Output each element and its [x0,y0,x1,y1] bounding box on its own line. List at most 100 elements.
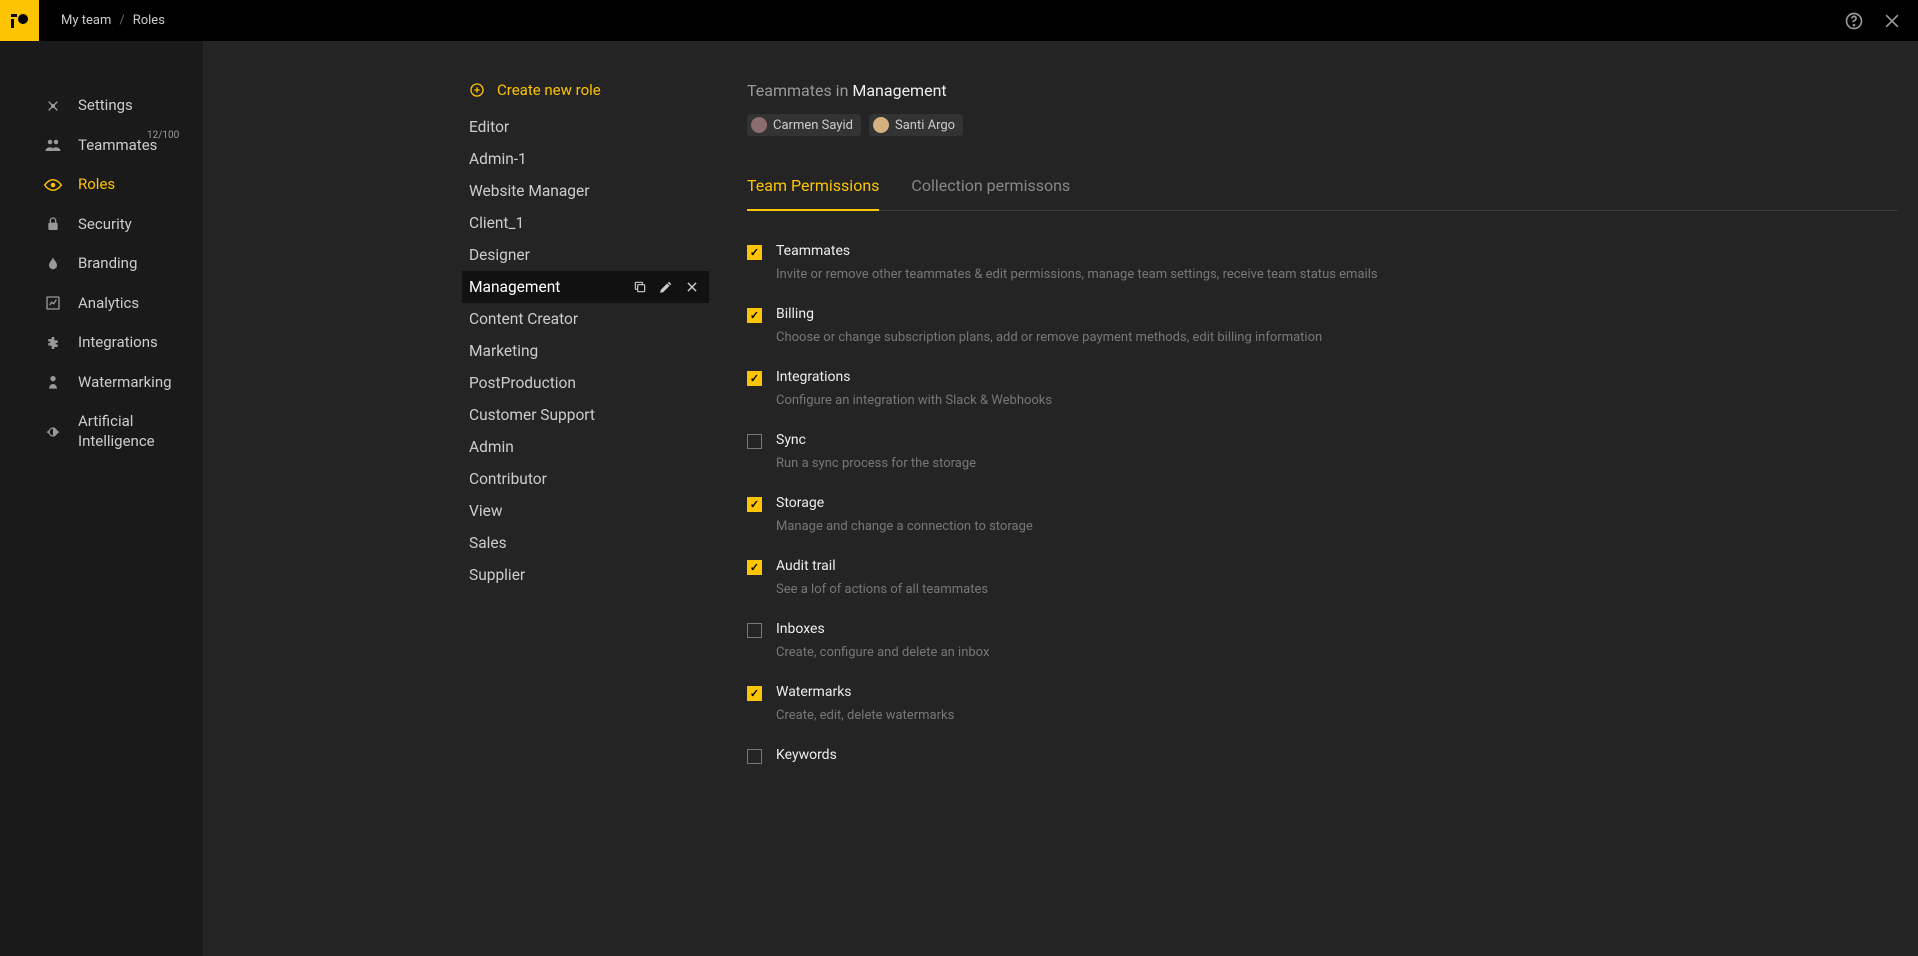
role-item-label: Sales [469,534,507,552]
teammates-header: Teammates in Management [747,81,1898,100]
sidebar-item-settings[interactable]: Settings [0,86,203,126]
sidebar-item-label: Branding [78,254,137,274]
role-item[interactable]: Content Creator [462,303,709,335]
close-icon[interactable] [1882,11,1902,31]
permission-description: Choose or change subscription plans, add… [776,330,1322,345]
role-item[interactable]: View [462,495,709,527]
breadcrumb-current: Roles [133,13,165,28]
role-item-label: Customer Support [469,406,595,424]
ai-icon [44,423,62,441]
help-icon[interactable] [1844,11,1864,31]
permission-checkbox[interactable] [747,686,762,701]
permission-checkbox[interactable] [747,749,762,764]
watermarking-icon [44,373,62,391]
teammate-name: Santi Argo [895,118,955,133]
sidebar-item-branding[interactable]: Branding [0,244,203,284]
role-item-label: Content Creator [469,310,578,328]
top-bar-right [1844,11,1902,31]
permission-checkbox[interactable] [747,308,762,323]
sidebar-item-analytics[interactable]: Analytics [0,284,203,324]
plus-icon [469,82,485,98]
role-item[interactable]: Marketing [462,335,709,367]
app-logo[interactable] [0,0,39,41]
sidebar-item-label: Watermarking [78,373,172,393]
permission-title: Storage [776,495,1033,511]
edit-icon[interactable] [659,280,673,294]
role-item[interactable]: Designer [462,239,709,271]
permission-item: Keywords [747,747,1898,764]
role-details-panel: Teammates in Management Carmen Sayid Sant… [719,41,1918,956]
permission-checkbox[interactable] [747,560,762,575]
branding-icon [44,255,62,273]
top-bar: My team / Roles [0,0,1918,41]
roles-list: Editor Admin-1 Website Manager Client_1 Desi… [203,111,719,591]
delete-icon[interactable] [685,280,699,294]
role-actions [633,280,699,294]
role-item[interactable]: Website Manager [462,175,709,207]
permission-title: Teammates [776,243,1378,259]
create-new-role-button[interactable]: Create new role [203,81,719,111]
role-item[interactable]: Sales [462,527,709,559]
permission-description: Configure an integration with Slack & We… [776,393,1052,408]
tab-team-permissions[interactable]: Team Permissions [747,176,879,211]
role-item[interactable]: Customer Support [462,399,709,431]
sidebar-item-watermarking[interactable]: Watermarking [0,363,203,403]
permission-checkbox[interactable] [747,623,762,638]
role-item-label: PostProduction [469,374,576,392]
role-item-label: Website Manager [469,182,589,200]
permission-checkbox[interactable] [747,245,762,260]
avatar [751,117,767,133]
teammate-name: Carmen Sayid [773,118,853,133]
top-bar-left: My team / Roles [0,0,165,41]
role-item[interactable]: Supplier [462,559,709,591]
sidebar-item-label: Settings [78,96,133,116]
sidebar-item-superscript: 12/100 [147,130,179,141]
permission-item: IntegrationsConfigure an integration wit… [747,369,1898,408]
teammate-chip[interactable]: Santi Argo [869,114,963,136]
role-item-label: Admin [469,438,514,456]
role-item[interactable]: Editor [462,111,709,143]
roles-icon [44,176,62,194]
permission-checkbox[interactable] [747,371,762,386]
sidebar-item-teammates[interactable]: Teammates12/100 [0,126,203,166]
role-item-label: Editor [469,118,509,136]
avatar [873,117,889,133]
permission-title: Audit trail [776,558,988,574]
role-item[interactable]: PostProduction [462,367,709,399]
sidebar-item-security[interactable]: Security [0,205,203,245]
permission-description: Run a sync process for the storage [776,456,976,471]
sidebar-item-label: Artificial Intelligence [78,412,203,451]
sidebar-item-roles[interactable]: Roles [0,165,203,205]
permission-description: See a lof of actions of all teammates [776,582,988,597]
analytics-icon [44,294,62,312]
permission-item: Audit trail See a lof of actions of all t… [747,558,1898,597]
sidebar-item-artificial-intelligence[interactable]: Artificial Intelligence [0,402,203,461]
teammates-icon [44,136,62,154]
permission-checkbox[interactable] [747,434,762,449]
create-role-label: Create new role [497,81,601,99]
permission-title: Billing [776,306,1322,322]
breadcrumb-parent[interactable]: My team [61,13,111,28]
role-item[interactable]: Admin [462,431,709,463]
duplicate-icon[interactable] [633,280,647,294]
sidebar-item-integrations[interactable]: Integrations [0,323,203,363]
permission-title: Keywords [776,747,837,763]
role-item[interactable]: Contributor [462,463,709,495]
sidebar: Settings Teammates12/100RolesSecurity Bran… [0,41,203,956]
roles-panel: Create new role Editor Admin-1 Website Man… [203,41,719,956]
permission-item: StorageManage and change a connection to… [747,495,1898,534]
permission-title: Inboxes [776,621,989,637]
permission-item: TeammatesInvite or remove other teammate… [747,243,1898,282]
role-item[interactable]: Client_1 [462,207,709,239]
role-item-label: Admin-1 [469,150,527,168]
permission-title: Sync [776,432,976,448]
role-item[interactable]: Management [462,271,709,303]
permission-checkbox[interactable] [747,497,762,512]
teammates-chips: Carmen Sayid Santi Argo [747,114,1898,136]
permission-item: Billing Choose or change subscription pla… [747,306,1898,345]
permission-item: Sync Run a sync process for the storage [747,432,1898,471]
role-item-label: Designer [469,246,530,264]
teammate-chip[interactable]: Carmen Sayid [747,114,861,136]
role-item[interactable]: Admin-1 [462,143,709,175]
tab-collection-permissons[interactable]: Collection permissons [911,176,1070,211]
